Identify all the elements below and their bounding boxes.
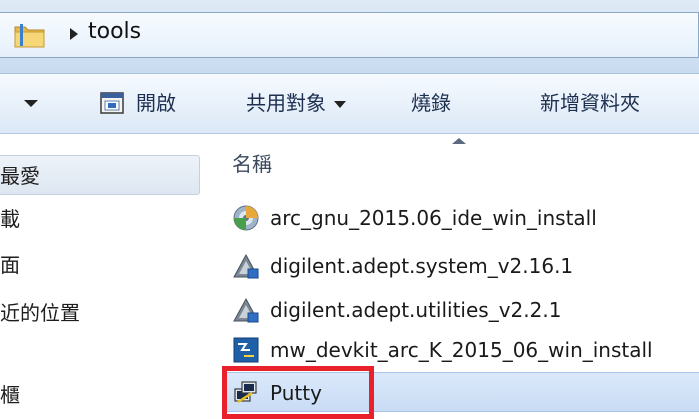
open-button[interactable]: 開啟 [136, 88, 176, 118]
address-bar-area: tools [0, 0, 699, 74]
file-name: arc_gnu_2015.06_ide_win_install [270, 206, 597, 230]
nav-item-libraries[interactable]: 櫃 [0, 375, 200, 415]
address-bar[interactable]: tools [0, 12, 699, 58]
breadcrumb-folder[interactable]: tools [88, 19, 141, 44]
breadcrumb-arrow-icon[interactable] [70, 28, 78, 40]
blue-app-icon [233, 337, 259, 363]
share-with-button[interactable]: 共用對象 [246, 88, 346, 118]
nav-item-downloads[interactable]: 載 [0, 199, 200, 239]
navigation-pane: 最愛 載 面 近的位置 櫃 [0, 135, 208, 419]
burn-button[interactable]: 燒錄 [411, 88, 451, 118]
setup-triangle-icon [233, 253, 259, 279]
new-folder-button[interactable]: 新增資料夾 [540, 88, 640, 118]
file-row[interactable]: mw_devkit_arc_K_2015_06_win_install [222, 330, 699, 370]
setup-triangle-icon [233, 297, 259, 323]
highlight-box [222, 366, 374, 419]
chevron-down-icon [334, 101, 346, 108]
open-icon [100, 92, 124, 114]
nav-item-desktop[interactable]: 面 [0, 245, 200, 285]
command-bar: 開啟 共用對象 燒錄 新增資料夾 [0, 74, 699, 134]
file-row[interactable]: digilent.adept.system_v2.16.1 [222, 246, 699, 286]
organize-dropdown-icon[interactable] [24, 100, 38, 107]
nav-item-favorites[interactable]: 最愛 [0, 155, 200, 195]
sort-ascending-icon [452, 138, 466, 144]
nav-item-label: 近的位置 [0, 301, 80, 325]
file-name: digilent.adept.system_v2.16.1 [270, 254, 574, 278]
nav-item-label: 面 [0, 253, 20, 277]
folder-icon [14, 24, 45, 48]
column-header-name[interactable]: 名稱 [232, 148, 272, 177]
file-row[interactable]: digilent.adept.utilities_v2.2.1 [222, 290, 699, 330]
file-name: mw_devkit_arc_K_2015_06_win_install [270, 338, 653, 362]
installer-disc-icon [233, 205, 259, 231]
nav-item-label: 載 [0, 207, 20, 231]
file-row[interactable]: arc_gnu_2015.06_ide_win_install [222, 198, 699, 238]
nav-item-label: 最愛 [0, 164, 40, 188]
file-name: digilent.adept.utilities_v2.2.1 [270, 298, 562, 322]
nav-item-label: 櫃 [0, 383, 20, 407]
share-with-label: 共用對象 [246, 91, 326, 115]
nav-item-recent-places[interactable]: 近的位置 [0, 293, 200, 333]
